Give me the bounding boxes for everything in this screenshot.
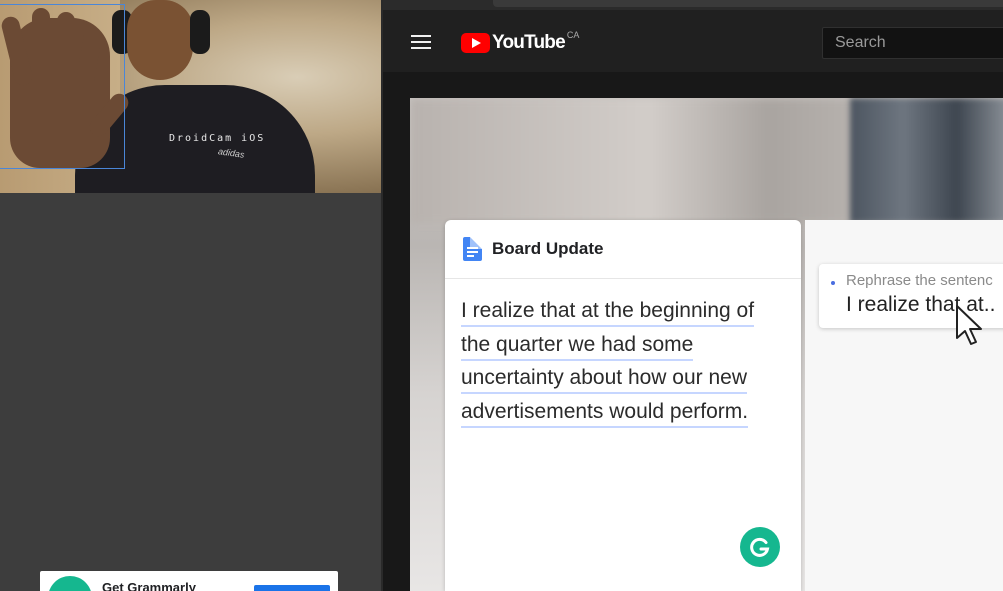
country-code: CA bbox=[566, 30, 580, 40]
headphone-right bbox=[190, 10, 210, 54]
search-input[interactable] bbox=[823, 28, 1003, 58]
grammarly-icon[interactable] bbox=[740, 527, 780, 567]
address-bar[interactable] bbox=[493, 0, 1003, 7]
ad-banner[interactable]: Get Grammarly bbox=[40, 571, 338, 591]
youtube-header: YouTube CA bbox=[383, 10, 1003, 72]
suggestion-panel: Rephrase the sentenc I realize that at.. bbox=[805, 220, 1003, 591]
document-line: advertisements would perform. bbox=[461, 399, 801, 434]
webcam-feed: DroidCam iOS adidas bbox=[0, 0, 381, 193]
browser-tabstrip bbox=[383, 0, 1003, 10]
video-background-window bbox=[850, 98, 1003, 223]
camera-app-label: DroidCam iOS bbox=[169, 133, 266, 144]
youtube-wordmark: YouTube bbox=[492, 32, 566, 53]
search-box[interactable] bbox=[822, 27, 1003, 59]
google-docs-icon bbox=[463, 237, 482, 261]
document-title: Board Update bbox=[492, 239, 604, 258]
person-head bbox=[127, 0, 193, 80]
document-line: the quarter we had some bbox=[461, 332, 801, 367]
suggestion-hint: Rephrase the sentenc bbox=[846, 272, 993, 289]
youtube-window: YouTube CA Board Update I realize that a… bbox=[381, 0, 1003, 591]
document-line: uncertainty about how our new bbox=[461, 366, 801, 400]
hand-detection-box bbox=[0, 4, 125, 169]
youtube-play-icon bbox=[461, 33, 490, 53]
main-content: Board Update I realize that at the begin… bbox=[383, 72, 1003, 591]
document-card: Board Update I realize that at the begin… bbox=[445, 220, 801, 591]
ad-title: Get Grammarly bbox=[102, 580, 196, 591]
ad-cta-button[interactable] bbox=[254, 585, 330, 591]
menu-icon[interactable] bbox=[411, 35, 433, 51]
document-header: Board Update bbox=[445, 220, 801, 279]
youtube-logo[interactable]: YouTube CA bbox=[461, 30, 580, 54]
mouse-pointer-icon bbox=[956, 305, 982, 345]
video-player[interactable]: Board Update I realize that at the begin… bbox=[410, 98, 1003, 591]
bullet-icon bbox=[831, 281, 835, 285]
document-line: I realize that at the beginning of bbox=[461, 299, 801, 333]
document-body: I realize that at the beginning of the q… bbox=[445, 279, 801, 433]
grammarly-logo-icon bbox=[48, 576, 92, 591]
